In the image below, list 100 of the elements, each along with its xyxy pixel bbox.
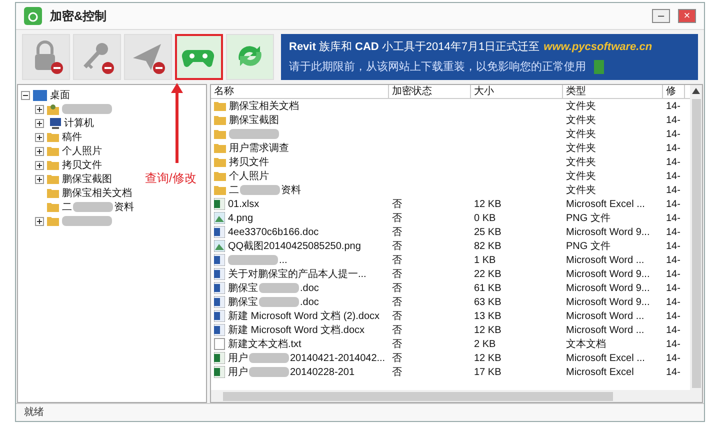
table-cell: 否 bbox=[392, 268, 402, 280]
table-cell: 否 bbox=[392, 254, 402, 266]
item-name: 鹏保宝 bbox=[228, 296, 258, 310]
file-row[interactable]: 新建文本文档.txt 否 2 KB 文本文档 14- bbox=[211, 337, 690, 351]
table-cell: PNG 文件 bbox=[566, 212, 610, 224]
file-row[interactable]: 个人照片 文件夹 14- bbox=[211, 169, 690, 183]
table-cell: 1 KB bbox=[474, 254, 496, 266]
file-row[interactable]: 用户 20140421-2014042... 否 12 KB Microsoft Excel ... 14- bbox=[211, 351, 690, 365]
minimize-button[interactable]: – bbox=[652, 9, 670, 23]
tree-item[interactable]: 稿件 bbox=[21, 130, 82, 144]
item-name: 拷贝文件 bbox=[229, 156, 269, 170]
table-cell: Microsoft Word 9... bbox=[566, 296, 650, 308]
file-row[interactable]: 拷贝文件 文件夹 14- bbox=[211, 155, 690, 169]
expand-toggle[interactable] bbox=[35, 174, 44, 184]
item-name: 鹏保宝相关文档 bbox=[62, 186, 132, 200]
tree-item[interactable]: 计算机 bbox=[21, 116, 94, 130]
item-name: 关于对鹏保宝的产品本人提一... bbox=[228, 268, 366, 282]
file-row[interactable]: 关于对鹏保宝的产品本人提一... 否 22 KB Microsoft Word 9... 14- bbox=[211, 267, 690, 281]
expand-toggle[interactable] bbox=[35, 146, 44, 156]
expand-toggle[interactable] bbox=[35, 132, 44, 142]
expand-toggle[interactable] bbox=[35, 118, 44, 128]
column-header[interactable]: 加密状态 bbox=[389, 85, 471, 98]
item-name: 鹏保宝 bbox=[228, 282, 258, 296]
file-row[interactable]: 4ee3370c6b166.doc 否 25 KB Microsoft Word 9... 14- bbox=[211, 225, 690, 239]
folder-icon bbox=[214, 115, 226, 125]
table-cell: 14- bbox=[666, 198, 680, 210]
vertical-scrollbar[interactable] bbox=[690, 85, 702, 390]
file-row[interactable]: 新建 Microsoft Word 文档.docx 否 12 KB Microsoft Word ... 14- bbox=[211, 323, 690, 337]
table-cell: 否 bbox=[392, 212, 402, 224]
table-cell: Microsoft Word ... bbox=[566, 324, 644, 336]
table-cell: 82 KB bbox=[474, 240, 502, 252]
table-cell: Microsoft Excel bbox=[566, 366, 634, 378]
website-link[interactable]: www.pycsoftware.cn bbox=[544, 39, 652, 56]
tree-item[interactable]: 鹏保宝截图 bbox=[21, 172, 112, 186]
document-icon bbox=[214, 310, 225, 322]
file-row[interactable]: 4.png 否 0 KB PNG 文件 14- bbox=[211, 211, 690, 225]
file-row[interactable]: ... 否 1 KB Microsoft Word ... 14- bbox=[211, 253, 690, 267]
folder-icon bbox=[214, 157, 226, 167]
expand-toggle[interactable] bbox=[35, 216, 44, 226]
redaction-blur bbox=[259, 283, 299, 293]
tree-item[interactable]: 拷贝文件 bbox=[21, 158, 102, 172]
file-row[interactable]: 用户 20140228-201 否 17 KB Microsoft Excel 14- bbox=[211, 365, 690, 379]
item-name: 用户需求调查 bbox=[229, 142, 289, 156]
file-row[interactable]: 01.xlsx 否 12 KB Microsoft Excel ... 14- bbox=[211, 197, 690, 211]
table-cell: 61 KB bbox=[474, 282, 502, 294]
column-header[interactable]: 大小 bbox=[471, 85, 563, 98]
table-cell: 12 KB bbox=[474, 352, 502, 364]
table-cell: 否 bbox=[392, 366, 402, 378]
horizontal-scrollbar[interactable] bbox=[211, 390, 702, 402]
redaction-blur bbox=[228, 255, 278, 265]
file-row[interactable]: QQ截图20140425085250.png 否 82 KB PNG 文件 14- bbox=[211, 239, 690, 253]
redaction-blur bbox=[249, 367, 289, 377]
file-row[interactable]: 用户需求调查 文件夹 14- bbox=[211, 141, 690, 155]
collapse-toggle[interactable] bbox=[21, 90, 30, 100]
table-cell: 文件夹 bbox=[566, 114, 596, 126]
file-row[interactable]: 文件夹 14- bbox=[211, 127, 690, 141]
item-name: 鹏保宝截图 bbox=[229, 114, 279, 128]
file-row[interactable]: 鹏保宝截图 文件夹 14- bbox=[211, 113, 690, 127]
file-row[interactable]: 二 资料 文件夹 14- bbox=[211, 183, 690, 197]
column-header[interactable]: 名称 bbox=[211, 85, 389, 98]
table-cell: 0 KB bbox=[474, 212, 496, 224]
toolbar-button[interactable] bbox=[175, 34, 223, 80]
expand-toggle[interactable] bbox=[35, 160, 44, 170]
expand-toggle[interactable] bbox=[35, 104, 44, 114]
document-icon bbox=[214, 226, 225, 238]
document-icon bbox=[214, 296, 225, 308]
folder-icon bbox=[214, 101, 226, 111]
file-row[interactable]: 鹏保宝 .doc 否 63 KB Microsoft Word 9... 14- bbox=[211, 295, 690, 309]
item-name: 用户 bbox=[228, 352, 248, 366]
folder-icon bbox=[47, 132, 59, 142]
table-cell: 14- bbox=[666, 100, 680, 112]
table-cell: 2 KB bbox=[474, 338, 496, 350]
file-row[interactable]: 鹏保宝 .doc 否 61 KB Microsoft Word 9... 14- bbox=[211, 281, 690, 295]
text-file-icon bbox=[214, 338, 225, 350]
scroll-up-icon[interactable] bbox=[692, 88, 700, 94]
close-button[interactable]: × bbox=[678, 9, 696, 23]
column-header[interactable]: 类型 bbox=[563, 85, 663, 98]
table-cell: 14- bbox=[666, 128, 680, 140]
tree-item[interactable]: 桌面 bbox=[21, 88, 70, 102]
item-name: 01.xlsx bbox=[228, 198, 260, 212]
file-row[interactable]: 鹏保宝相关文档 文件夹 14- bbox=[211, 99, 690, 113]
table-cell: 文件夹 bbox=[566, 156, 596, 168]
folder-icon bbox=[214, 143, 226, 153]
item-name: 鹏保宝截图 bbox=[62, 172, 112, 186]
column-header[interactable]: 修 bbox=[663, 85, 685, 98]
table-cell: 文件夹 bbox=[566, 184, 596, 196]
table-cell: 13 KB bbox=[474, 310, 502, 322]
table-cell: Microsoft Word ... bbox=[566, 310, 644, 322]
table-cell: 14- bbox=[666, 324, 680, 336]
table-cell: 25 KB bbox=[474, 226, 502, 238]
tree-item[interactable]: 鹏保宝相关文档 bbox=[21, 186, 132, 200]
item-name: 二 bbox=[229, 184, 239, 198]
tree-item[interactable]: 个人照片 bbox=[21, 144, 102, 158]
table-cell: 14- bbox=[666, 240, 680, 252]
redaction-blur bbox=[229, 129, 279, 139]
file-row[interactable]: 新建 Microsoft Word 文档 (2).docx 否 13 KB Microsoft Word ... 14- bbox=[211, 309, 690, 323]
table-cell: 12 KB bbox=[474, 198, 502, 210]
tree-item[interactable]: 二 资料 bbox=[21, 200, 134, 214]
table-cell: Microsoft Excel ... bbox=[566, 352, 645, 364]
document-icon bbox=[214, 282, 225, 294]
